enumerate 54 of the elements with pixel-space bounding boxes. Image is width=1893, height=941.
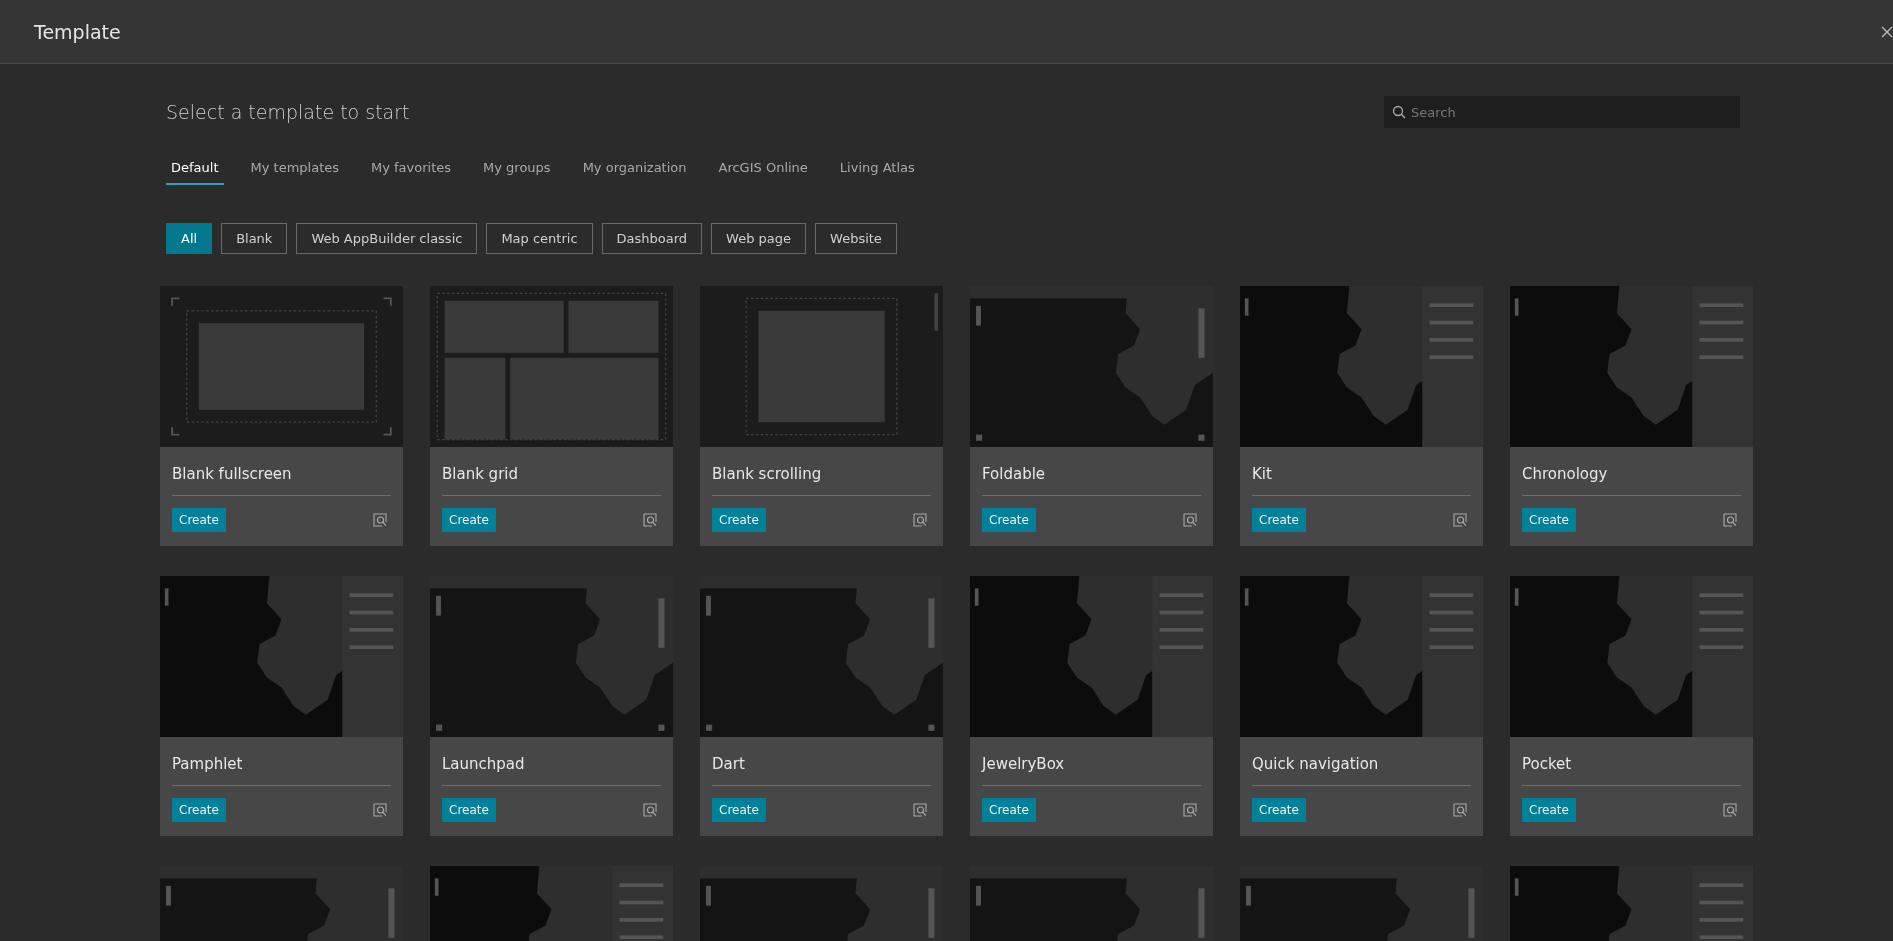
create-button[interactable]: Create: [1522, 798, 1576, 822]
preview-icon[interactable]: [1723, 513, 1737, 527]
create-button[interactable]: Create: [172, 798, 226, 822]
filter-chip[interactable]: Web AppBuilder classic: [296, 223, 478, 254]
card-title: Chronology: [1522, 459, 1741, 496]
card-title: JewelryBox: [982, 749, 1201, 786]
create-button[interactable]: Create: [442, 508, 496, 532]
filter-chip[interactable]: Blank: [221, 223, 288, 254]
tab[interactable]: Living Atlas: [834, 154, 920, 185]
preview-icon[interactable]: [913, 803, 927, 817]
create-button[interactable]: Create: [712, 798, 766, 822]
preview-icon[interactable]: [1453, 803, 1467, 817]
create-button[interactable]: Create: [982, 508, 1036, 532]
filter-chip[interactable]: Dashboard: [601, 223, 703, 254]
search-field[interactable]: Search: [1384, 96, 1740, 128]
tab[interactable]: ArcGIS Online: [713, 154, 813, 185]
create-button[interactable]: Create: [1252, 798, 1306, 822]
card-title: Dart: [712, 749, 931, 786]
preview-icon[interactable]: [1183, 513, 1197, 527]
create-button[interactable]: Create: [442, 798, 496, 822]
tab[interactable]: My organization: [577, 154, 692, 185]
preview-icon[interactable]: [643, 803, 657, 817]
page-heading: Select a template to start: [166, 101, 410, 123]
window-title: Template: [34, 20, 121, 43]
card-title: Foldable: [982, 459, 1201, 496]
close-icon[interactable]: [1881, 25, 1893, 38]
tab[interactable]: My groups: [478, 154, 556, 185]
create-button[interactable]: Create: [172, 508, 226, 532]
filter-chip[interactable]: All: [166, 223, 213, 254]
create-button[interactable]: Create: [1522, 508, 1576, 532]
card-title: Pamphlet: [172, 749, 391, 786]
create-button[interactable]: Create: [712, 508, 766, 532]
card-title: Pocket: [1522, 749, 1741, 786]
preview-icon[interactable]: [373, 803, 387, 817]
filter-chip[interactable]: Website: [815, 223, 897, 254]
preview-icon[interactable]: [913, 513, 927, 527]
create-button[interactable]: Create: [982, 798, 1036, 822]
preview-icon[interactable]: [373, 513, 387, 527]
card-title: Quick navigation: [1252, 749, 1471, 786]
create-button[interactable]: Create: [1252, 508, 1306, 532]
filter-chip[interactable]: Map centric: [486, 223, 593, 254]
card-title: Blank fullscreen: [172, 459, 391, 496]
card-title: Blank grid: [442, 459, 661, 496]
card-title: Blank scrolling: [712, 459, 931, 496]
card-title: Launchpad: [442, 749, 661, 786]
card-title: Kit: [1252, 459, 1471, 496]
filter-chip[interactable]: Web page: [711, 223, 807, 254]
tab[interactable]: My templates: [245, 154, 344, 185]
tab[interactable]: My favorites: [366, 154, 457, 185]
tab[interactable]: Default: [166, 154, 224, 185]
preview-icon[interactable]: [1453, 513, 1467, 527]
preview-icon[interactable]: [1183, 803, 1197, 817]
preview-icon[interactable]: [1723, 803, 1737, 817]
preview-icon[interactable]: [643, 513, 657, 527]
